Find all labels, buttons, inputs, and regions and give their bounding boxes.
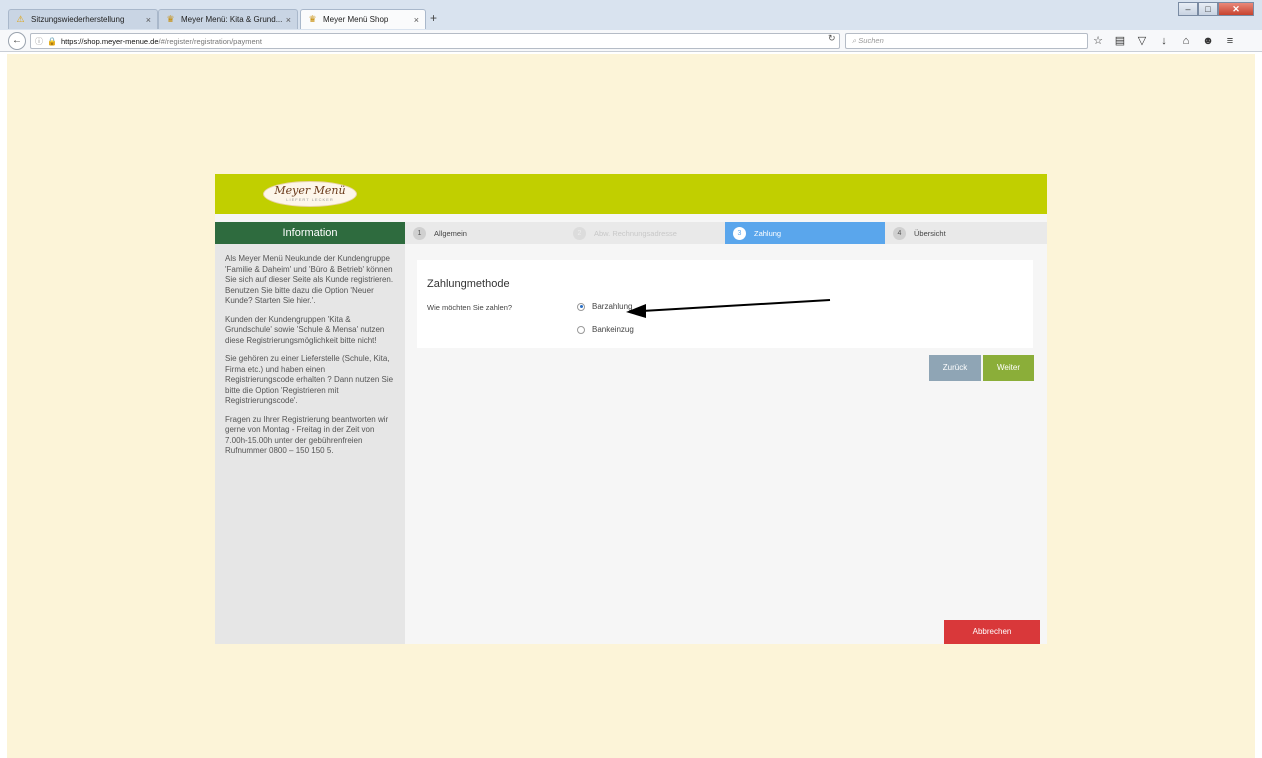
step-number: 1 bbox=[413, 226, 426, 240]
annotation-arrow-icon bbox=[626, 299, 831, 318]
step-label: Übersicht bbox=[914, 228, 946, 238]
step-label: Zahlung bbox=[754, 228, 782, 238]
tab-session-restore[interactable]: ⚠ Sitzungswiederherstellung × bbox=[8, 9, 158, 29]
radio-button[interactable] bbox=[577, 325, 585, 334]
registration-card: Meyer Menü LIEFERT LECKER Information Al… bbox=[215, 174, 1047, 644]
window-close-icon[interactable]: ✕ bbox=[1218, 2, 1254, 16]
tab-label: Meyer Menü Shop bbox=[323, 15, 389, 24]
search-icon: ⌕ bbox=[852, 36, 857, 45]
step-rechnungsadresse: 2 Abw. Rechnungsadresse bbox=[565, 222, 725, 244]
chat-icon[interactable]: ☻ bbox=[1202, 33, 1214, 49]
search-placeholder: Suchen bbox=[858, 36, 884, 45]
shop-header: Meyer Menü LIEFERT LECKER bbox=[215, 174, 1047, 214]
payment-question: Wie möchten Sie zahlen? bbox=[427, 303, 513, 312]
download-icon[interactable]: ↓ bbox=[1158, 33, 1170, 49]
browser-navbar: ← ⓘ 🔒 https://shop.meyer-menue.de /#/reg… bbox=[0, 30, 1262, 52]
home-icon[interactable]: ⌂ bbox=[1180, 33, 1192, 49]
menu-icon[interactable]: ≡ bbox=[1224, 33, 1236, 49]
minimize-icon[interactable]: – bbox=[1178, 2, 1198, 16]
sidebar-title: Information bbox=[215, 222, 405, 244]
close-icon[interactable]: × bbox=[286, 15, 291, 25]
info-paragraph: Sie gehören zu einer Lieferstelle (Schul… bbox=[225, 354, 394, 405]
tab-meyer-kita[interactable]: ♛ Meyer Menü: Kita & Grund... × bbox=[158, 9, 298, 29]
sidebar-body: Als Meyer Menü Neukunde der Kundengruppe… bbox=[215, 244, 405, 457]
wizard-steps: 1 Allgemein 2 Abw. Rechnungsadresse 3 Za… bbox=[405, 222, 1047, 244]
close-icon[interactable]: × bbox=[146, 15, 151, 25]
info-icon[interactable]: ⓘ bbox=[35, 36, 43, 47]
new-tab-button[interactable]: + bbox=[430, 11, 437, 25]
info-paragraph: Kunden der Kundengruppen 'Kita & Grundsc… bbox=[225, 314, 385, 345]
step-label: Allgemein bbox=[434, 228, 467, 238]
next-button[interactable]: Weiter bbox=[983, 355, 1034, 381]
step-allgemein[interactable]: 1 Allgemein bbox=[405, 222, 565, 244]
logo-tagline: LIEFERT LECKER bbox=[286, 197, 334, 202]
info-paragraph: Als Meyer Menü Neukunde der Kundengruppe… bbox=[225, 254, 394, 305]
pocket-icon[interactable]: ▽ bbox=[1136, 33, 1148, 49]
option-label: Bankeinzug bbox=[592, 325, 634, 334]
tab-meyer-shop[interactable]: ♛ Meyer Menü Shop × bbox=[300, 9, 426, 29]
url-bar[interactable]: ⓘ 🔒 https://shop.meyer-menue.de /#/regis… bbox=[30, 33, 840, 49]
meyer-favicon-icon: ♛ bbox=[166, 14, 175, 24]
toolbar-icons: ☆ ▤ ▽ ↓ ⌂ ☻ ≡ bbox=[1092, 33, 1236, 49]
step-uebersicht[interactable]: 4 Übersicht bbox=[885, 222, 1045, 244]
lock-icon: 🔒 bbox=[47, 36, 57, 46]
panel-title: Zahlungmethode bbox=[427, 278, 510, 290]
bookmark-star-icon[interactable]: ☆ bbox=[1092, 33, 1104, 49]
radio-bankeinzug[interactable]: Bankeinzug bbox=[577, 325, 634, 334]
url-path: /#/register/registration/payment bbox=[158, 36, 262, 46]
step-number: 3 bbox=[733, 226, 746, 240]
browser-titlebar: ⚠ Sitzungswiederherstellung × ♛ Meyer Me… bbox=[0, 0, 1262, 30]
information-sidebar: Information Als Meyer Menü Neukunde der … bbox=[215, 222, 405, 644]
back-button[interactable]: Zurück bbox=[929, 355, 981, 381]
window-controls: – □ ✕ bbox=[1178, 2, 1254, 16]
warning-icon: ⚠ bbox=[16, 14, 25, 24]
bookmarks-list-icon[interactable]: ▤ bbox=[1114, 33, 1126, 49]
step-number: 4 bbox=[893, 226, 906, 240]
maximize-icon[interactable]: □ bbox=[1198, 2, 1218, 16]
info-paragraph: Fragen zu Ihrer Registrierung beantworte… bbox=[225, 414, 389, 456]
meyer-favicon-icon: ♛ bbox=[308, 14, 317, 24]
close-icon[interactable]: × bbox=[414, 15, 419, 25]
step-label: Abw. Rechnungsadresse bbox=[594, 228, 677, 238]
logo-name: Meyer Menü bbox=[274, 184, 346, 197]
step-zahlung[interactable]: 3 Zahlung bbox=[725, 222, 885, 244]
url-domain: https://shop.meyer-menue.de bbox=[60, 36, 159, 46]
search-input[interactable]: ⌕ Suchen bbox=[845, 33, 1088, 49]
step-number: 2 bbox=[573, 226, 586, 240]
tab-label: Meyer Menü: Kita & Grund... bbox=[181, 15, 283, 24]
meyer-menue-logo[interactable]: Meyer Menü LIEFERT LECKER bbox=[263, 181, 357, 207]
cancel-button[interactable]: Abbrechen bbox=[944, 620, 1040, 644]
reload-icon[interactable]: ↻ bbox=[828, 33, 836, 44]
radio-button-checked[interactable] bbox=[577, 302, 585, 311]
back-arrow-icon[interactable]: ← bbox=[8, 32, 26, 50]
tab-label: Sitzungswiederherstellung bbox=[31, 15, 125, 24]
